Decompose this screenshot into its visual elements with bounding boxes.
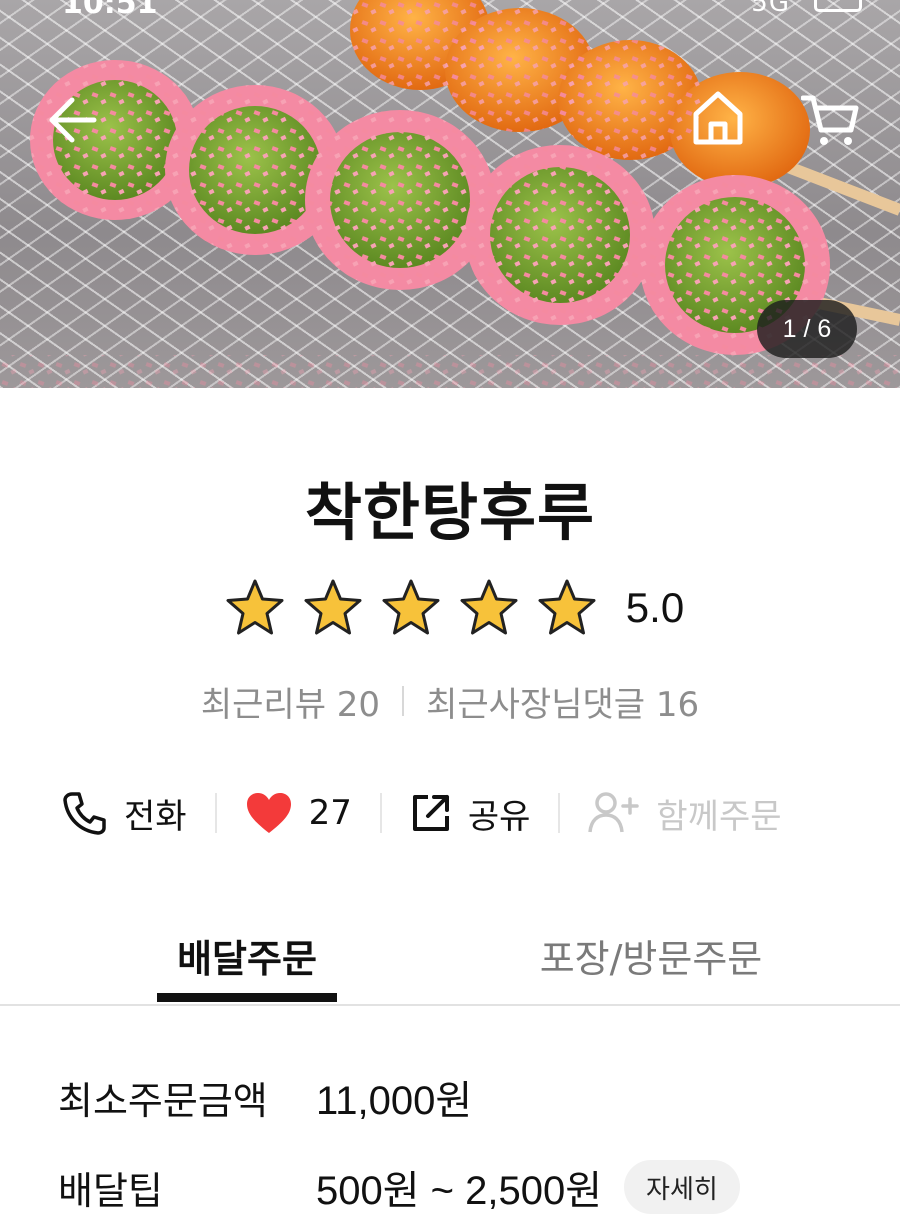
image-counter: 1 / 6 [757, 300, 857, 358]
store-photo[interactable]: 10:51 5G 1 / 6 [0, 0, 900, 388]
cart-button[interactable] [800, 90, 860, 150]
rating-row: 5.0 [0, 578, 900, 638]
signal-indicator: 5G [751, 0, 790, 18]
detail-button[interactable]: 자세히 [624, 1160, 740, 1214]
rating-value: 5.0 [625, 584, 685, 631]
divider [402, 686, 405, 716]
share-button[interactable]: 공유 [410, 789, 531, 838]
status-time: 10:51 [62, 0, 158, 21]
like-button[interactable]: 27 [245, 791, 352, 835]
star-icon [538, 579, 596, 635]
like-count: 27 [308, 793, 352, 833]
tab-pickup[interactable]: 포장/방문주문 [520, 928, 782, 1002]
tab-delivery[interactable]: 배달주문 [157, 928, 337, 1002]
action-bar: 전화 27 공유 함께주문 [62, 788, 842, 838]
share-icon [412, 795, 449, 831]
delivery-tip-row: 배달팁 500원 ~ 2,500원 자세히 [58, 1158, 740, 1216]
star-icon [226, 579, 284, 635]
call-button[interactable]: 전화 [62, 789, 187, 838]
divider [214, 793, 217, 833]
delivery-tip-label: 배달팁 [58, 1168, 163, 1213]
battery-icon [814, 0, 862, 12]
star-icon [382, 579, 440, 635]
divider [558, 793, 561, 833]
store-name: 착한탕후루 [304, 476, 596, 549]
delivery-tip-value: 500원 ~ 2,500원 [316, 1169, 603, 1213]
person-add-icon [588, 792, 640, 833]
phone-icon [63, 792, 106, 835]
recent-reviews-link[interactable]: 최근리뷰 20 [201, 677, 380, 726]
star-icon [304, 579, 362, 635]
group-order-label: 함께주문 [656, 796, 782, 837]
share-label: 공유 [467, 796, 531, 837]
home-icon [693, 91, 743, 145]
arrow-left-icon [49, 97, 97, 143]
order-type-tabs: 배달주문 포장/방문주문 [0, 910, 900, 1006]
owner-replies-link[interactable]: 최근사장님댓글 16 [426, 677, 699, 726]
divider [379, 793, 382, 833]
min-order-label: 최소주문금액 [58, 1078, 268, 1123]
cart-icon [801, 95, 859, 145]
back-button[interactable] [44, 92, 100, 148]
star-icon [460, 579, 518, 635]
review-summary: 최근리뷰 20 최근사장님댓글 16 [0, 676, 900, 726]
min-order-value: 11,000원 [316, 1079, 473, 1123]
home-button[interactable] [690, 88, 746, 148]
min-order-row: 최소주문금액 11,000원 [58, 1068, 472, 1126]
call-label: 전화 [124, 796, 187, 837]
group-order-button[interactable]: 함께주문 [588, 789, 782, 838]
heart-icon [246, 793, 291, 833]
